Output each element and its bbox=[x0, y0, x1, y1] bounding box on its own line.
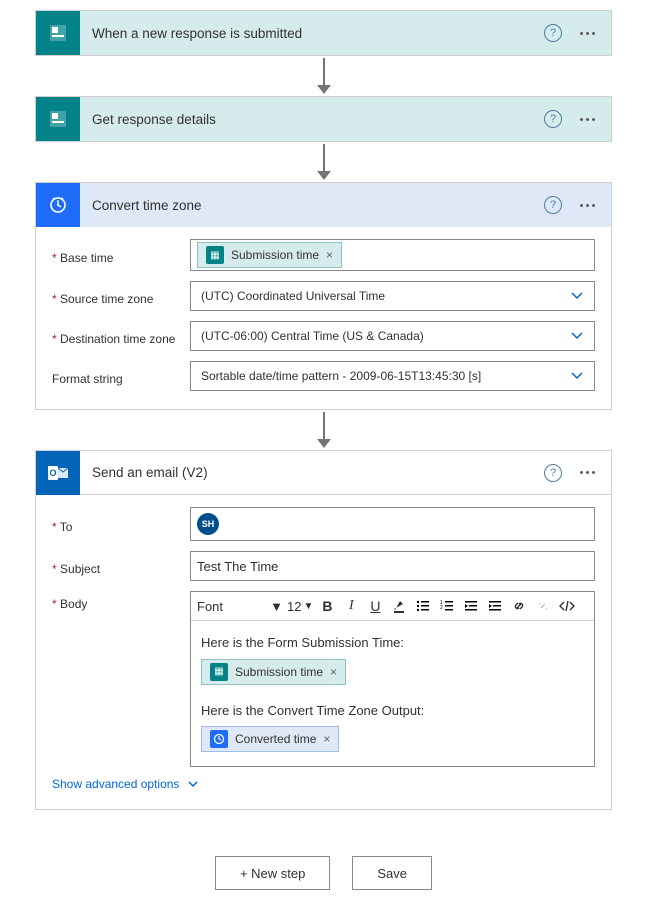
step-convert-time: Convert time zone ? Base time ▦ Submissi… bbox=[35, 182, 612, 410]
step-title: Convert time zone bbox=[92, 198, 532, 213]
more-icon[interactable] bbox=[574, 471, 601, 474]
editor-body[interactable]: Here is the Form Submission Time: ▦ Subm… bbox=[191, 621, 594, 766]
dest-tz-select[interactable]: (UTC-06:00) Central Time (US & Canada) bbox=[190, 321, 595, 351]
label-format: Format string bbox=[52, 366, 190, 386]
label-base-time: Base time bbox=[52, 245, 190, 265]
code-view-button[interactable] bbox=[557, 595, 577, 617]
bulleted-list-button[interactable] bbox=[413, 595, 433, 617]
italic-button[interactable]: I bbox=[341, 595, 361, 617]
numbered-list-button[interactable]: 12 bbox=[437, 595, 457, 617]
step-forms-trigger[interactable]: When a new response is submitted ? bbox=[35, 10, 612, 56]
flow-arrow bbox=[317, 412, 331, 448]
underline-button[interactable]: U bbox=[365, 595, 385, 617]
step-title: Get response details bbox=[92, 112, 532, 127]
svg-text:2: 2 bbox=[440, 605, 443, 611]
outdent-button[interactable] bbox=[461, 595, 481, 617]
color-button[interactable] bbox=[389, 595, 409, 617]
font-select[interactable]: Font▼ bbox=[197, 599, 283, 614]
step-header[interactable]: Convert time zone ? bbox=[36, 183, 611, 227]
subject-input[interactable]: Test The Time bbox=[190, 551, 595, 581]
flow-arrow bbox=[317, 58, 331, 94]
editor-toolbar: Font▼ 12▼ B I U 12 bbox=[191, 592, 594, 621]
chevron-down-icon bbox=[570, 371, 584, 381]
more-icon[interactable] bbox=[574, 204, 601, 207]
chevron-down-icon bbox=[570, 291, 584, 301]
step-get-response[interactable]: Get response details ? bbox=[35, 96, 612, 142]
outlook-icon: O bbox=[36, 451, 80, 495]
chevron-down-icon bbox=[570, 331, 584, 341]
step-title: When a new response is submitted bbox=[92, 26, 532, 41]
forms-icon bbox=[36, 97, 80, 141]
help-icon[interactable]: ? bbox=[544, 110, 562, 128]
label-subject: Subject bbox=[52, 556, 190, 576]
link-button[interactable] bbox=[509, 595, 529, 617]
forms-icon: ▦ bbox=[206, 246, 224, 264]
label-source-tz: Source time zone bbox=[52, 286, 190, 306]
forms-icon: ▦ bbox=[210, 663, 228, 681]
help-icon[interactable]: ? bbox=[544, 464, 562, 482]
label-body: Body bbox=[52, 591, 190, 611]
forms-icon bbox=[36, 11, 80, 55]
step-send-email: O Send an email (V2) ? To SH Subject Tes… bbox=[35, 450, 612, 810]
help-icon[interactable]: ? bbox=[544, 24, 562, 42]
remove-icon[interactable]: × bbox=[323, 730, 330, 748]
bold-button[interactable]: B bbox=[317, 595, 337, 617]
unlink-button[interactable] bbox=[533, 595, 553, 617]
chevron-down-icon bbox=[187, 780, 199, 789]
source-tz-select[interactable]: (UTC) Coordinated Universal Time bbox=[190, 281, 595, 311]
clock-icon bbox=[210, 730, 228, 748]
base-time-input[interactable]: ▦ Submission time × bbox=[190, 239, 595, 271]
label-to: To bbox=[52, 514, 190, 534]
rich-text-editor: Font▼ 12▼ B I U 12 bbox=[190, 591, 595, 767]
show-advanced-options[interactable]: Show advanced options bbox=[52, 777, 595, 791]
to-input[interactable]: SH bbox=[190, 507, 595, 541]
svg-text:O: O bbox=[49, 468, 56, 478]
token-converted-time[interactable]: Converted time × bbox=[201, 726, 339, 752]
format-select[interactable]: Sortable date/time pattern - 2009-06-15T… bbox=[190, 361, 595, 391]
step-title: Send an email (V2) bbox=[92, 465, 532, 480]
more-icon[interactable] bbox=[574, 118, 601, 121]
clock-icon bbox=[36, 183, 80, 227]
remove-icon[interactable]: × bbox=[326, 248, 333, 262]
flow-arrow bbox=[317, 144, 331, 180]
token-submission-time[interactable]: ▦ Submission time × bbox=[197, 242, 342, 268]
font-size-select[interactable]: 12▼ bbox=[287, 599, 313, 614]
indent-button[interactable] bbox=[485, 595, 505, 617]
more-icon[interactable] bbox=[574, 32, 601, 35]
label-dest-tz: Destination time zone bbox=[52, 326, 190, 346]
avatar[interactable]: SH bbox=[197, 513, 219, 535]
step-header[interactable]: O Send an email (V2) ? bbox=[36, 451, 611, 495]
remove-icon[interactable]: × bbox=[330, 663, 337, 681]
token-submission-time[interactable]: ▦ Submission time × bbox=[201, 659, 346, 685]
help-icon[interactable]: ? bbox=[544, 196, 562, 214]
